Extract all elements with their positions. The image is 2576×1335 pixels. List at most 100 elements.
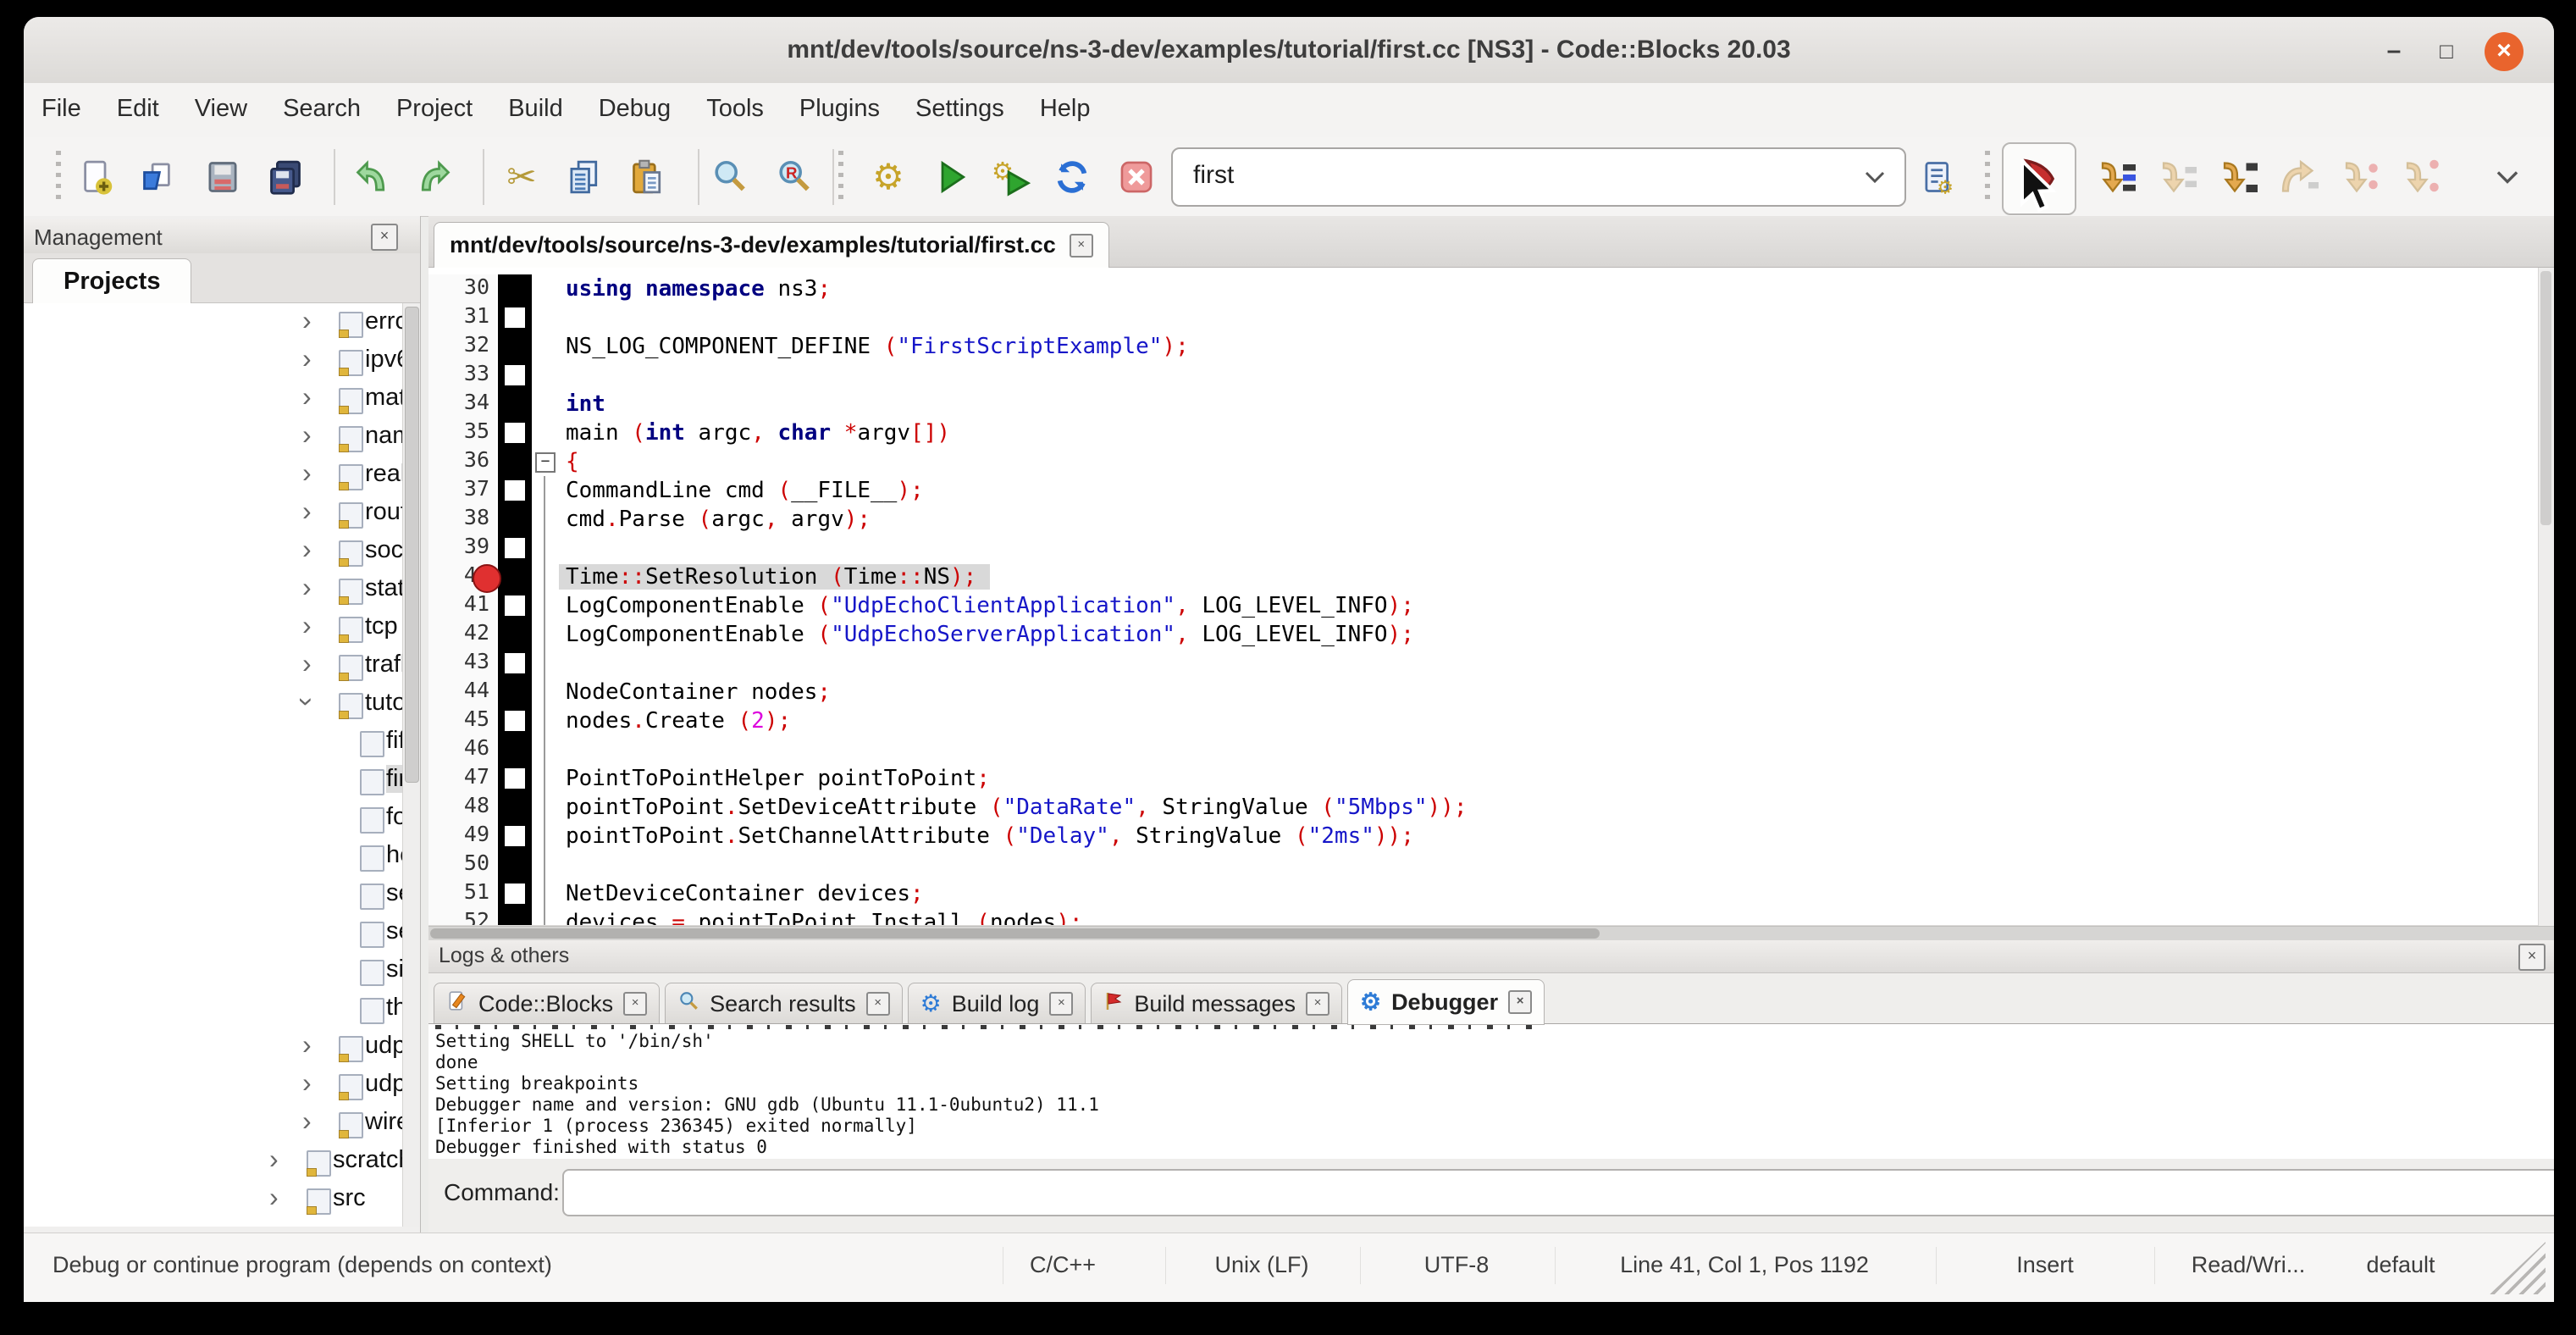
breakpoint-margin[interactable] bbox=[498, 735, 532, 764]
tree-collapse-chevron-icon[interactable]: › bbox=[302, 305, 312, 336]
tree-item[interactable]: ›sock bbox=[24, 532, 403, 570]
menu-file[interactable]: File bbox=[24, 83, 99, 123]
breakpoint-margin[interactable] bbox=[498, 476, 532, 505]
tree-item[interactable]: se bbox=[24, 875, 403, 913]
log-tab-close-icon[interactable]: × bbox=[623, 992, 647, 1016]
code-line[interactable]: 43 bbox=[428, 649, 2554, 678]
step-into-button[interactable] bbox=[2212, 149, 2268, 205]
code-line[interactable]: 30using namespace ns3; bbox=[428, 274, 2554, 303]
line-number[interactable]: 34 bbox=[428, 390, 496, 418]
breakpoint-margin[interactable] bbox=[498, 620, 532, 649]
fold-margin[interactable] bbox=[532, 274, 557, 303]
tree-item[interactable]: ›rout bbox=[24, 494, 403, 532]
tree-expanded-chevron-icon[interactable]: › bbox=[291, 697, 323, 706]
code-line[interactable]: 49 pointToPoint.SetChannelAttribute ("De… bbox=[428, 822, 2554, 850]
code-line[interactable]: 37 CommandLine cmd (__FILE__); bbox=[428, 476, 2554, 505]
breakpoint-margin[interactable] bbox=[498, 534, 532, 562]
line-number[interactable]: 44 bbox=[428, 678, 496, 706]
menu-edit[interactable]: Edit bbox=[99, 83, 177, 123]
log-tab-close-icon[interactable]: × bbox=[1306, 992, 1329, 1016]
next-instruction-button[interactable] bbox=[2334, 149, 2390, 205]
maximize-button[interactable]: □ bbox=[2427, 32, 2466, 71]
menu-tools[interactable]: Tools bbox=[688, 83, 782, 123]
tree-collapse-chevron-icon[interactable]: › bbox=[269, 1144, 279, 1175]
tree-item[interactable]: ›udp- bbox=[24, 1066, 403, 1104]
tree-collapse-chevron-icon[interactable]: › bbox=[302, 648, 312, 679]
replace-button[interactable]: R bbox=[766, 149, 822, 205]
save-all-button[interactable] bbox=[257, 149, 313, 205]
fold-margin[interactable] bbox=[532, 505, 557, 534]
code-line[interactable]: 42 LogComponentEnable ("UdpEchoServerApp… bbox=[428, 620, 2554, 649]
fold-margin[interactable] bbox=[532, 476, 557, 505]
breakpoint-margin[interactable] bbox=[498, 332, 532, 361]
menu-project[interactable]: Project bbox=[379, 83, 490, 123]
code-line[interactable]: 40 Time::SetResolution (Time::NS); bbox=[428, 562, 2554, 591]
code-line[interactable]: 41 LogComponentEnable ("UdpEchoClientApp… bbox=[428, 591, 2554, 620]
editor-vertical-scrollbar-thumb[interactable] bbox=[2540, 271, 2551, 525]
code-editor[interactable]: 30using namespace ns3;3132NS_LOG_COMPONE… bbox=[428, 268, 2554, 925]
breakpoint-margin[interactable] bbox=[498, 591, 532, 620]
code-line[interactable]: 34int bbox=[428, 390, 2554, 418]
log-tab-build-log[interactable]: ⚙Build log× bbox=[908, 983, 1086, 1025]
log-tab-close-icon[interactable]: × bbox=[1049, 992, 1073, 1016]
code-line[interactable]: 52 devices = pointToPoint.Install (nodes… bbox=[428, 908, 2554, 925]
log-tab-search-results[interactable]: Search results× bbox=[665, 983, 903, 1025]
tree-item[interactable]: ›tuto bbox=[24, 684, 403, 723]
tree-collapse-chevron-icon[interactable]: › bbox=[302, 457, 312, 489]
build-button[interactable]: ⚙ bbox=[860, 149, 916, 205]
next-line-button[interactable] bbox=[2151, 149, 2207, 205]
breakpoint-margin[interactable] bbox=[498, 678, 532, 706]
open-file-button[interactable] bbox=[130, 149, 186, 205]
breakpoint-margin[interactable] bbox=[498, 649, 532, 678]
editor-horizontal-scrollbar-thumb[interactable] bbox=[430, 928, 1600, 939]
breakpoint-margin[interactable] bbox=[498, 764, 532, 793]
line-number[interactable]: 33 bbox=[428, 361, 496, 390]
fold-margin[interactable] bbox=[532, 908, 557, 925]
fold-margin[interactable] bbox=[532, 850, 557, 879]
tree-collapse-chevron-icon[interactable]: › bbox=[269, 1182, 279, 1213]
line-number[interactable]: 49 bbox=[428, 822, 496, 850]
code-line[interactable]: 36−{ bbox=[428, 447, 2554, 476]
fold-margin[interactable] bbox=[532, 361, 557, 390]
fold-margin[interactable] bbox=[532, 706, 557, 735]
fold-marker-icon[interactable]: − bbox=[535, 452, 556, 473]
tab-projects[interactable]: Projects bbox=[32, 258, 191, 303]
tree-item[interactable]: six bbox=[24, 951, 403, 989]
tree-scrollbar-thumb[interactable] bbox=[405, 307, 419, 783]
breakpoint-margin[interactable] bbox=[498, 706, 532, 735]
line-number[interactable]: 42 bbox=[428, 620, 496, 649]
breakpoint-margin[interactable] bbox=[498, 447, 532, 476]
fold-margin[interactable] bbox=[532, 764, 557, 793]
breakpoint-margin[interactable] bbox=[498, 850, 532, 879]
tree-item[interactable]: ›reall bbox=[24, 456, 403, 494]
line-number[interactable]: 31 bbox=[428, 303, 496, 332]
close-button[interactable]: × bbox=[2485, 32, 2523, 71]
fold-margin[interactable]: − bbox=[532, 447, 557, 476]
tree-collapse-chevron-icon[interactable]: › bbox=[302, 343, 312, 374]
command-input[interactable] bbox=[562, 1169, 2554, 1216]
tree-item[interactable]: fir bbox=[24, 761, 403, 799]
code-line[interactable]: 47 PointToPointHelper pointToPoint; bbox=[428, 764, 2554, 793]
tree-item[interactable]: ›tcp bbox=[24, 608, 403, 646]
tree-item[interactable]: ›ipv6 bbox=[24, 341, 403, 379]
editor-horizontal-scrollbar[interactable] bbox=[428, 926, 2554, 941]
line-number[interactable]: 38 bbox=[428, 505, 496, 534]
tree-collapse-chevron-icon[interactable]: › bbox=[302, 534, 312, 565]
log-tab-close-icon[interactable]: × bbox=[866, 992, 890, 1016]
undo-button[interactable] bbox=[344, 149, 400, 205]
line-number[interactable]: 45 bbox=[428, 706, 496, 735]
fold-margin[interactable] bbox=[532, 591, 557, 620]
breakpoint-icon[interactable] bbox=[473, 564, 501, 593]
show-build-target-options-button[interactable]: ⚙ bbox=[1911, 149, 1967, 205]
line-number[interactable]: 32 bbox=[428, 332, 496, 361]
step-into-instruction-button[interactable] bbox=[2395, 149, 2451, 205]
breakpoint-margin[interactable] bbox=[498, 879, 532, 908]
code-line[interactable]: 32NS_LOG_COMPONENT_DEFINE ("FirstScriptE… bbox=[428, 332, 2554, 361]
run-button[interactable] bbox=[924, 149, 980, 205]
menu-search[interactable]: Search bbox=[265, 83, 379, 123]
tree-collapse-chevron-icon[interactable]: › bbox=[302, 419, 312, 451]
code-line[interactable]: 50 bbox=[428, 850, 2554, 879]
line-number[interactable]: 50 bbox=[428, 850, 496, 879]
tree-item[interactable]: ›mat bbox=[24, 379, 403, 418]
line-number[interactable]: 30 bbox=[428, 274, 496, 303]
